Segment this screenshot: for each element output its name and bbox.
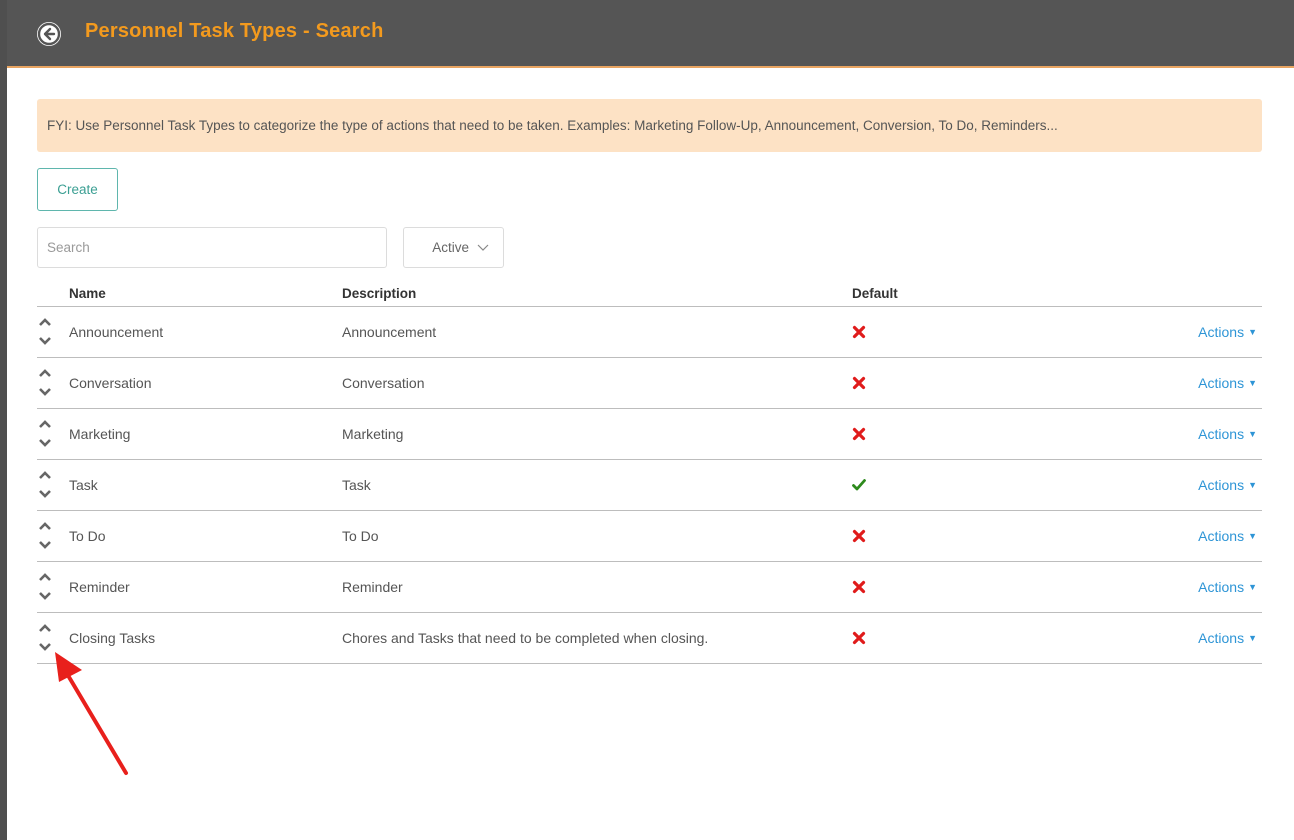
actions-label: Actions (1198, 375, 1245, 391)
task-types-table: Name Description Default Announcement Ann… (37, 280, 1262, 664)
row-description: Conversation (342, 375, 425, 391)
status-filter-select[interactable]: Active (403, 227, 504, 268)
x-icon (852, 529, 866, 543)
column-header-description[interactable]: Description (342, 286, 416, 301)
row-name: Reminder (69, 579, 130, 595)
move-down-icon[interactable] (37, 385, 53, 399)
row-name: Marketing (69, 426, 131, 442)
caret-down-icon: ▼ (1248, 480, 1257, 490)
check-icon (852, 479, 866, 491)
move-down-icon[interactable] (37, 538, 53, 552)
caret-down-icon: ▼ (1248, 327, 1257, 337)
annotation-arrow (55, 652, 128, 775)
x-icon (852, 325, 866, 339)
row-description: Reminder (342, 579, 403, 595)
caret-down-icon: ▼ (1248, 633, 1257, 643)
page-title: Personnel Task Types - Search (85, 20, 384, 42)
reorder-controls (37, 467, 53, 503)
caret-down-icon: ▼ (1248, 531, 1257, 541)
back-button[interactable] (37, 22, 61, 46)
actions-dropdown[interactable]: Actions ▼ (1198, 528, 1257, 544)
move-down-icon[interactable] (37, 589, 53, 603)
actions-label: Actions (1198, 528, 1245, 544)
x-icon (852, 376, 866, 390)
table-row: Announcement Announcement Actions ▼ (37, 307, 1262, 358)
actions-dropdown[interactable]: Actions ▼ (1198, 426, 1257, 442)
x-icon (852, 580, 866, 594)
table-body: Announcement Announcement Actions ▼ Conversa… (37, 307, 1262, 664)
row-description: Announcement (342, 324, 437, 340)
page-header: Personnel Task Types - Search (7, 0, 1294, 68)
caret-down-icon: ▼ (1248, 378, 1257, 388)
reorder-controls (37, 569, 53, 605)
left-edge-strip (0, 0, 7, 840)
actions-dropdown[interactable]: Actions ▼ (1198, 324, 1257, 340)
actions-dropdown[interactable]: Actions ▼ (1198, 477, 1257, 493)
actions-label: Actions (1198, 477, 1245, 493)
actions-label: Actions (1198, 630, 1245, 646)
reorder-controls (37, 314, 53, 350)
row-description: To Do (342, 528, 379, 544)
row-name: Conversation (69, 375, 152, 391)
chevron-down-icon (477, 244, 489, 251)
reorder-controls (37, 518, 53, 554)
row-name: To Do (69, 528, 106, 544)
move-down-icon[interactable] (37, 334, 53, 348)
row-name: Task (69, 477, 98, 493)
caret-down-icon: ▼ (1248, 582, 1257, 592)
row-description: Marketing (342, 426, 404, 442)
row-name: Announcement (69, 324, 164, 340)
actions-label: Actions (1198, 426, 1245, 442)
reorder-controls (37, 416, 53, 452)
table-row: To Do To Do Actions ▼ (37, 511, 1262, 562)
move-up-icon[interactable] (37, 570, 53, 584)
table-row: Marketing Marketing Actions ▼ (37, 409, 1262, 460)
table-row: Closing Tasks Chores and Tasks that need … (37, 613, 1262, 664)
move-up-icon[interactable] (37, 519, 53, 533)
move-down-icon[interactable] (37, 436, 53, 450)
x-icon (852, 631, 866, 645)
row-description: Chores and Tasks that need to be complet… (342, 630, 709, 646)
info-banner-text: FYI: Use Personnel Task Types to categor… (47, 118, 1058, 133)
table-header: Name Description Default (37, 280, 1262, 307)
caret-down-icon: ▼ (1248, 429, 1257, 439)
column-header-name[interactable]: Name (69, 286, 106, 301)
x-icon (852, 427, 866, 441)
actions-label: Actions (1198, 324, 1245, 340)
reorder-controls (37, 365, 53, 401)
status-filter-value: Active (432, 240, 469, 255)
actions-dropdown[interactable]: Actions ▼ (1198, 630, 1257, 646)
move-down-icon[interactable] (37, 487, 53, 501)
info-banner: FYI: Use Personnel Task Types to categor… (37, 99, 1262, 152)
table-row: Task Task Actions ▼ (37, 460, 1262, 511)
circle-arrow-left-icon (37, 22, 61, 46)
create-button[interactable]: Create (37, 168, 118, 211)
table-row: Reminder Reminder Actions ▼ (37, 562, 1262, 613)
actions-dropdown[interactable]: Actions ▼ (1198, 579, 1257, 595)
column-header-default[interactable]: Default (852, 286, 898, 301)
row-description: Task (342, 477, 371, 493)
move-up-icon[interactable] (37, 468, 53, 482)
actions-label: Actions (1198, 579, 1245, 595)
actions-dropdown[interactable]: Actions ▼ (1198, 375, 1257, 391)
move-up-icon[interactable] (37, 417, 53, 431)
move-up-icon[interactable] (37, 621, 53, 635)
search-input[interactable] (37, 227, 387, 268)
table-row: Conversation Conversation Actions ▼ (37, 358, 1262, 409)
move-up-icon[interactable] (37, 366, 53, 380)
move-up-icon[interactable] (37, 315, 53, 329)
